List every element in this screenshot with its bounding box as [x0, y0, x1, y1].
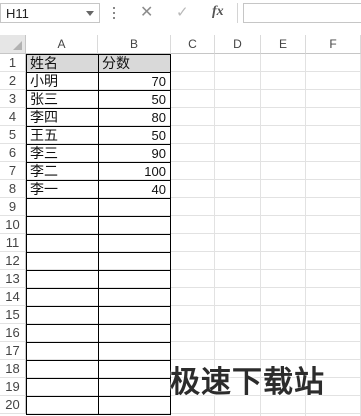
column-header-b[interactable]: B — [98, 35, 171, 54]
row-header-2[interactable]: 2 — [0, 72, 26, 90]
formula-bar-divider — [237, 3, 238, 23]
cell-a1[interactable]: 姓名 — [26, 54, 99, 73]
cell-a3[interactable]: 张三 — [26, 90, 99, 109]
cell-b3[interactable]: 50 — [98, 90, 171, 109]
cell-b18[interactable] — [98, 360, 171, 379]
column-header-a[interactable]: A — [26, 35, 98, 54]
cell-a20[interactable] — [26, 396, 99, 415]
row-header-16[interactable]: 16 — [0, 324, 26, 342]
cell-b16[interactable] — [98, 324, 171, 343]
cell-a18[interactable] — [26, 360, 99, 379]
row-header-9[interactable]: 9 — [0, 198, 26, 216]
cell-a2[interactable]: 小明 — [26, 72, 99, 91]
formula-bar: H11 ✕ ✓ fx — [0, 0, 361, 29]
row-header-15[interactable]: 15 — [0, 306, 26, 324]
cancel-icon[interactable]: ✕ — [140, 2, 158, 22]
name-box-value: H11 — [6, 6, 29, 21]
row-header-18[interactable]: 18 — [0, 360, 26, 378]
row-header-19[interactable]: 19 — [0, 378, 26, 396]
cell-a14[interactable] — [26, 288, 99, 307]
row-header-6[interactable]: 6 — [0, 144, 26, 162]
cell-a10[interactable] — [26, 216, 99, 235]
cell-a6[interactable]: 李三 — [26, 144, 99, 163]
select-all-icon — [13, 41, 22, 50]
row-header-11[interactable]: 11 — [0, 234, 26, 252]
cell-a4[interactable]: 李四 — [26, 108, 99, 127]
cell-b8[interactable]: 40 — [98, 180, 171, 199]
cell-a15[interactable] — [26, 306, 99, 325]
row-header-12[interactable]: 12 — [0, 252, 26, 270]
cell-a11[interactable] — [26, 234, 99, 253]
row-header-20[interactable]: 20 — [0, 396, 26, 414]
row-header-3[interactable]: 3 — [0, 90, 26, 108]
row-header-4[interactable]: 4 — [0, 108, 26, 126]
cell-a19[interactable] — [26, 378, 99, 397]
cell-b4[interactable]: 80 — [98, 108, 171, 127]
cell-b2[interactable]: 70 — [98, 72, 171, 91]
cell-a9[interactable] — [26, 198, 99, 217]
row-header-13[interactable]: 13 — [0, 270, 26, 288]
cell-b17[interactable] — [98, 342, 171, 361]
cell-b20[interactable] — [98, 396, 171, 415]
select-all-corner[interactable] — [0, 35, 26, 54]
cell-a16[interactable] — [26, 324, 99, 343]
cell-a7[interactable]: 李二 — [26, 162, 99, 181]
cell-b12[interactable] — [98, 252, 171, 271]
cell-b19[interactable] — [98, 378, 171, 397]
row-header-5[interactable]: 5 — [0, 126, 26, 144]
cell-b6[interactable]: 90 — [98, 144, 171, 163]
cell-b7[interactable]: 100 — [98, 162, 171, 181]
row-header-8[interactable]: 8 — [0, 180, 26, 198]
drag-handle-icon[interactable] — [113, 7, 116, 21]
insert-function-icon[interactable]: fx — [212, 4, 232, 24]
column-header-d[interactable]: D — [215, 35, 261, 54]
row-header-17[interactable]: 17 — [0, 342, 26, 360]
row-header-14[interactable]: 14 — [0, 288, 26, 306]
cell-b5[interactable]: 50 — [98, 126, 171, 145]
column-header-e[interactable]: E — [261, 35, 306, 54]
cell-a17[interactable] — [26, 342, 99, 361]
column-header-c[interactable]: C — [171, 35, 215, 54]
cell-a5[interactable]: 王五 — [26, 126, 99, 145]
cell-b11[interactable] — [98, 234, 171, 253]
cell-b13[interactable] — [98, 270, 171, 289]
cell-a13[interactable] — [26, 270, 99, 289]
cell-a12[interactable] — [26, 252, 99, 271]
row-header-7[interactable]: 7 — [0, 162, 26, 180]
chevron-down-icon[interactable] — [86, 11, 94, 16]
watermark-text: 极速下载站 — [170, 365, 325, 400]
cell-b10[interactable] — [98, 216, 171, 235]
name-box[interactable]: H11 — [0, 3, 100, 23]
enter-icon[interactable]: ✓ — [176, 3, 194, 23]
cell-b14[interactable] — [98, 288, 171, 307]
row-header-1[interactable]: 1 — [0, 54, 26, 72]
formula-input[interactable] — [243, 3, 361, 23]
cell-b15[interactable] — [98, 306, 171, 325]
row-header-10[interactable]: 10 — [0, 216, 26, 234]
cell-a8[interactable]: 李一 — [26, 180, 99, 199]
cell-b9[interactable] — [98, 198, 171, 217]
column-header-f[interactable]: F — [306, 35, 361, 54]
cell-b1[interactable]: 分数 — [98, 54, 171, 73]
